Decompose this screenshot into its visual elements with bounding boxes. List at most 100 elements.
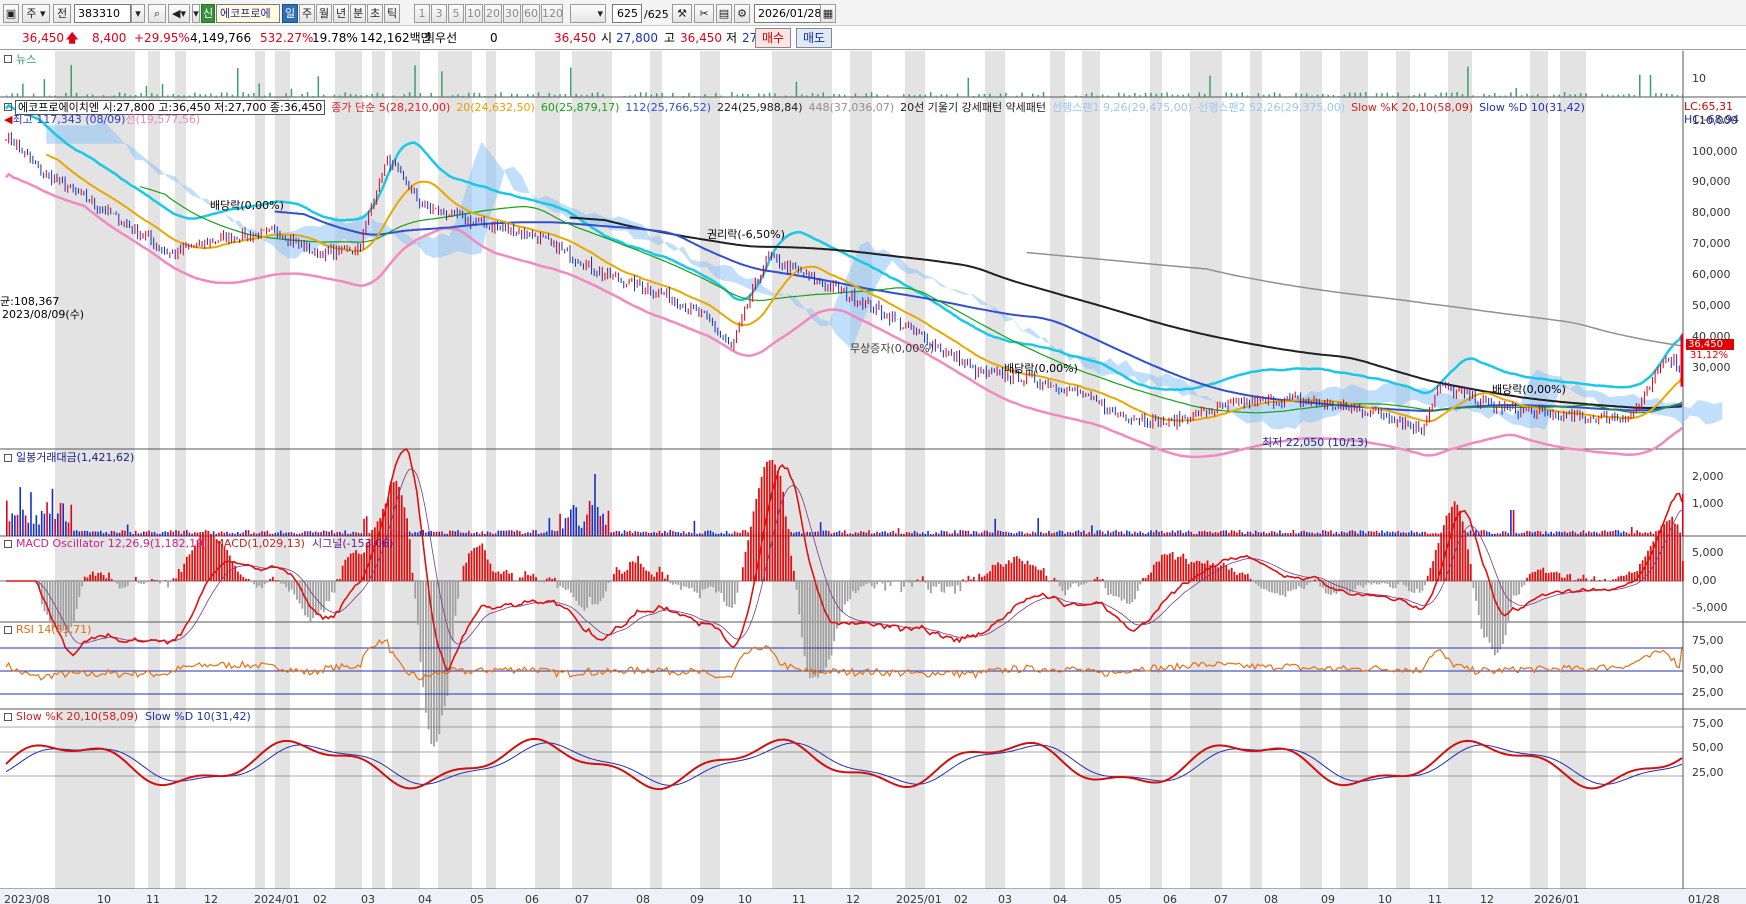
shade-band: [335, 51, 362, 889]
candle-type-icon[interactable]: ⚒: [672, 4, 692, 23]
news-bar: [736, 94, 739, 97]
amount-bar: [1289, 532, 1292, 536]
stoch-panel-toggle[interactable]: [4, 713, 12, 721]
calendar-icon[interactable]: ▦: [820, 4, 836, 23]
code-dropdown-icon[interactable]: ▾: [131, 4, 145, 23]
period-tab-1[interactable]: 주: [299, 4, 315, 23]
news-bar: [210, 93, 212, 97]
legend-item-8[interactable]: 선행스팬1 9,26(29,475,00): [1052, 101, 1192, 114]
legend-item-10[interactable]: Slow %K 20,10(58,09): [1351, 101, 1473, 114]
interval-button-3[interactable]: 10: [465, 4, 483, 23]
arrow-icon[interactable]: ▾: [192, 4, 200, 23]
macd-osc-bar: [194, 545, 196, 581]
amount-bar: [989, 532, 991, 536]
macd-osc-bar: [693, 581, 696, 592]
news-bar: [596, 92, 599, 97]
macd-osc-bar: [637, 556, 639, 581]
news-bar: [1101, 94, 1104, 97]
x-axis-right-label: 01/28: [1688, 893, 1720, 904]
sound-icon[interactable]: ◀▾: [168, 4, 190, 23]
rsi-panel-toggle[interactable]: [4, 626, 12, 634]
news-bar: [720, 95, 722, 97]
legend-item-1[interactable]: 종가 단순 5(28,210,00): [331, 101, 450, 114]
macd-osc-bar: [341, 565, 344, 581]
interval-button-0[interactable]: 1: [414, 4, 430, 23]
stock-code-input[interactable]: 383310: [74, 4, 131, 23]
save-icon[interactable]: ▤: [716, 4, 732, 23]
amount-bar: [516, 530, 518, 536]
amount-bar: [1426, 533, 1429, 536]
legend-item-2[interactable]: 20(24,632,50): [456, 101, 535, 114]
amount-bar: [1088, 532, 1091, 536]
interval-button-6[interactable]: 60: [522, 4, 540, 23]
amount-bar: [1002, 531, 1005, 536]
market-select[interactable]: 전: [53, 4, 71, 23]
chart-area[interactable]: 뉴스 에코프로에이치엔 시:27,800 고:36,450 저:27,700 종…: [0, 51, 1746, 904]
macd-osc-bar: [591, 581, 594, 605]
macd-osc-bar: [339, 579, 341, 581]
layout-icon[interactable]: ▣: [3, 4, 19, 23]
macd-osc-bar: [349, 553, 352, 581]
macd-osc-bar: [403, 507, 406, 581]
macd-osc-bar: [532, 573, 535, 581]
macd-osc-bar: [1136, 581, 1139, 591]
macd-osc-bar: [567, 581, 570, 590]
search-icon[interactable]: ⌕: [148, 4, 166, 23]
news-bar: [1617, 94, 1620, 97]
legend-item-11[interactable]: Slow %D 10(31,42): [1479, 101, 1585, 114]
legend-item-7[interactable]: 20선 기울기 강세패턴 약세패턴: [900, 101, 1046, 114]
amount-bar: [1252, 533, 1254, 536]
sell-button[interactable]: 매도: [796, 28, 832, 48]
amount-bar: [1319, 533, 1322, 536]
legend-item-5[interactable]: 224(25,988,84): [717, 101, 803, 114]
news-bar: [161, 83, 164, 97]
macd-osc-bar: [274, 580, 277, 581]
period-tab-2[interactable]: 월: [316, 4, 332, 23]
legend-item-3[interactable]: 60(25,879,17): [541, 101, 620, 114]
count-input[interactable]: 625: [612, 4, 642, 23]
amount-bar: [588, 500, 591, 536]
settings-icon[interactable]: ⚙: [734, 4, 750, 23]
legend-toggle-icon[interactable]: [4, 103, 12, 111]
amount-bar: [1502, 531, 1504, 536]
chart-canvas[interactable]: [0, 51, 1746, 904]
blank-select[interactable]: ▾: [570, 4, 606, 23]
legend-item-9[interactable]: 선행스팬2 52,26(29,375,00): [1198, 101, 1345, 114]
period-tab-5[interactable]: 초: [367, 4, 383, 23]
amount-bar: [57, 513, 59, 536]
news-panel-toggle[interactable]: [4, 55, 12, 63]
amount-bar: [999, 530, 1002, 536]
period-tab-4[interactable]: 분: [350, 4, 366, 23]
news-bar: [371, 93, 373, 97]
macd-osc-bar: [672, 581, 674, 585]
interval-button-1[interactable]: 3: [431, 4, 447, 23]
macd-osc-bar: [1660, 525, 1663, 581]
macd-osc-bar: [1381, 581, 1383, 584]
macd-osc-bar: [1367, 581, 1370, 583]
amount-panel-toggle[interactable]: [4, 454, 12, 462]
macd-osc-bar: [462, 565, 465, 581]
legend-item-4[interactable]: 112(25,766,52): [625, 101, 711, 114]
stock-name-field[interactable]: 에코프로에: [216, 4, 280, 23]
macd-panel-toggle[interactable]: [4, 540, 12, 548]
buy-button[interactable]: 매수: [755, 28, 791, 48]
interval-button-7[interactable]: 120: [541, 4, 563, 23]
amount-bar: [607, 510, 610, 536]
period-tab-6[interactable]: 틱: [384, 4, 400, 23]
period-tab-3[interactable]: 년: [333, 4, 349, 23]
date-input[interactable]: 2026/01/28: [754, 4, 826, 23]
amount-bar: [500, 530, 502, 536]
news-bar: [1418, 93, 1421, 97]
amount-bar: [1566, 532, 1569, 536]
amount-bar: [1155, 530, 1158, 536]
interval-button-2[interactable]: 5: [448, 4, 464, 23]
interval-button-5[interactable]: 30: [503, 4, 521, 23]
period-tab-0[interactable]: 일: [282, 4, 298, 23]
period-mode-select[interactable]: 주 ▾: [22, 4, 50, 23]
crosshair-icon[interactable]: ✂: [694, 4, 714, 23]
macd-osc-bar: [1507, 581, 1510, 622]
interval-button-4[interactable]: 20: [484, 4, 502, 23]
macd-osc-bar: [325, 581, 328, 602]
legend-item-6[interactable]: 448(37,036,07): [809, 101, 895, 114]
news-bar: [586, 94, 588, 97]
